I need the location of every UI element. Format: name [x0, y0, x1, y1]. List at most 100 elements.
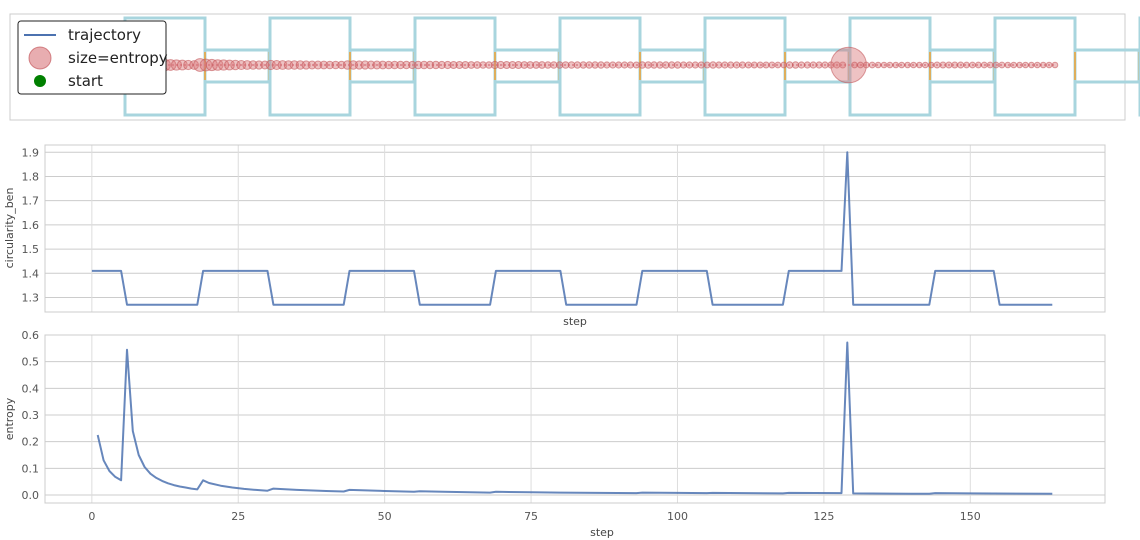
- y-tick-label: 1.3: [22, 291, 40, 304]
- entropy-marker: [963, 61, 970, 69]
- entropy-marker: [821, 61, 829, 69]
- entropy-marker: [1039, 61, 1047, 69]
- y-tick-label: 1.9: [22, 146, 40, 159]
- entropy-marker: [1022, 61, 1029, 69]
- entropy-y-label: entropy: [3, 397, 16, 440]
- y-tick-label: 0.3: [22, 409, 40, 422]
- x-tick-label: 125: [813, 510, 834, 523]
- entropy-marker: [945, 61, 953, 69]
- entropy-marker: [721, 61, 729, 69]
- entropy-marker: [998, 61, 1006, 69]
- entropy-marker: [697, 61, 705, 69]
- y-tick-label: 1.6: [22, 219, 40, 232]
- entropy-marker: [762, 61, 770, 69]
- y-tick-label: 1.7: [22, 195, 40, 208]
- entropy-marker: [957, 61, 965, 69]
- entropy-marker: [744, 61, 752, 69]
- y-tick-label: 0.6: [22, 329, 40, 342]
- entropy-marker: [916, 61, 923, 69]
- entropy-marker: [974, 61, 982, 69]
- entropy-marker: [703, 61, 711, 69]
- entropy-marker: [927, 61, 935, 69]
- entropy-marker: [673, 61, 682, 69]
- trajectory-panel: trajectory size=entropy start: [9, 13, 1140, 121]
- entropy-frame: [44, 334, 1106, 504]
- entropy-marker: [603, 61, 611, 69]
- entropy-marker: [1004, 61, 1012, 69]
- entropy-marker: [626, 61, 635, 69]
- circularity-series: [91, 151, 1053, 306]
- circularity-x-label: step: [563, 315, 587, 328]
- circularity-grid: [45, 145, 1105, 312]
- x-tick-label: 75: [524, 510, 538, 523]
- entropy-marker: [857, 61, 864, 69]
- y-tick-label: 1.8: [22, 170, 40, 183]
- entropy-marker: [1034, 61, 1041, 69]
- legend-start-label: start: [68, 72, 103, 90]
- y-tick-label: 1.4: [22, 267, 40, 280]
- entropy-marker: [868, 61, 876, 69]
- legend-entropy-label: size=entropy: [68, 49, 168, 67]
- circularity-panel: 1.3 1.4 1.5 1.6 1.7 1.8 1.9 step circularity_b…: [3, 144, 1106, 328]
- figure: trajectory size=entropy start 1.31.41.51…: [3, 13, 1140, 539]
- entropy-marker: [774, 61, 782, 69]
- entropy-marker: [709, 61, 717, 69]
- entropy-marker: [921, 61, 929, 69]
- entropy-marker: [851, 61, 858, 69]
- entropy-marker: [874, 61, 882, 69]
- series-line: [96, 341, 1053, 495]
- entropy-marker: [951, 61, 959, 69]
- entropy-marker: [727, 61, 735, 69]
- entropy-marker: [1045, 61, 1053, 69]
- entropy-marker: [756, 61, 764, 69]
- legend: trajectory size=entropy start: [17, 20, 168, 95]
- entropy-marker: [791, 61, 800, 69]
- legend-entropy-marker: [28, 46, 52, 70]
- circularity-frame: [44, 144, 1106, 313]
- entropy-marker: [685, 61, 694, 69]
- entropy-marker: [992, 61, 1000, 69]
- x-tick-label: 150: [960, 510, 981, 523]
- y-tick-label: 0.0: [22, 489, 40, 502]
- entropy-marker: [609, 61, 617, 69]
- entropy-marker: [780, 61, 788, 69]
- circularity-y-label: circularity_ben: [3, 188, 16, 269]
- entropy-marker: [898, 61, 905, 69]
- entropy-marker: [809, 61, 817, 69]
- entropy-marker: [862, 61, 870, 69]
- y-tick-label: 0.1: [22, 462, 40, 475]
- x-tick-label: 0: [88, 510, 95, 523]
- legend-start-marker: [34, 75, 46, 87]
- entropy-marker: [803, 61, 811, 69]
- y-tick-label: 0.5: [22, 356, 40, 369]
- entropy-marker: [1028, 61, 1035, 69]
- x-tick-label: 100: [667, 510, 688, 523]
- x-tick-label: 50: [378, 510, 392, 523]
- entropy-marker: [620, 61, 629, 69]
- entropy-marker: [904, 61, 911, 69]
- entropy-marker: [886, 61, 894, 69]
- entropy-panel: 0.0 0.1 0.2 0.3 0.4 0.5 0.6 0 25 50 75 100 125 150 s…: [3, 329, 1106, 539]
- entropy-marker: [1016, 61, 1023, 69]
- circularity-y-ticks: 1.3 1.4 1.5 1.6 1.7 1.8 1.9: [22, 146, 40, 304]
- y-tick-label: 1.5: [22, 243, 40, 256]
- entropy-y-ticks: 0.0 0.1 0.2 0.3 0.4 0.5 0.6: [22, 329, 40, 502]
- entropy-marker: [969, 61, 976, 69]
- y-tick-label: 0.2: [22, 436, 40, 449]
- series-line: [91, 151, 1053, 306]
- entropy-marker: [815, 61, 823, 69]
- legend-trajectory-label: trajectory: [68, 26, 141, 44]
- entropy-marker: [892, 61, 900, 69]
- entropy-marker: [939, 61, 947, 69]
- x-tick-label: 25: [231, 510, 245, 523]
- entropy-marker: [691, 61, 699, 69]
- entropy-marker: [768, 61, 776, 69]
- entropy-x-ticks: 0 25 50 75 100 125 150: [88, 510, 980, 523]
- entropy-marker: [1010, 61, 1018, 69]
- entropy-grid: [45, 334, 1105, 503]
- entropy-marker: [750, 61, 758, 69]
- entropy-marker: [910, 61, 917, 69]
- entropy-marker: [797, 61, 806, 69]
- entropy-series: [96, 341, 1053, 495]
- entropy-marker: [615, 61, 623, 69]
